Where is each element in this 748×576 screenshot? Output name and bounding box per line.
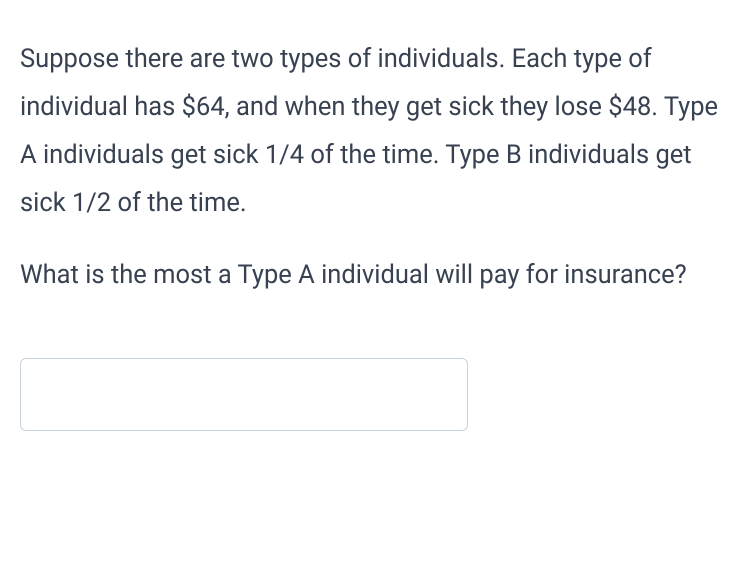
answer-input[interactable] bbox=[20, 358, 468, 431]
question-prompt: What is the most a Type A individual wil… bbox=[20, 252, 728, 300]
question-context: Suppose there are two types of individua… bbox=[20, 36, 728, 228]
